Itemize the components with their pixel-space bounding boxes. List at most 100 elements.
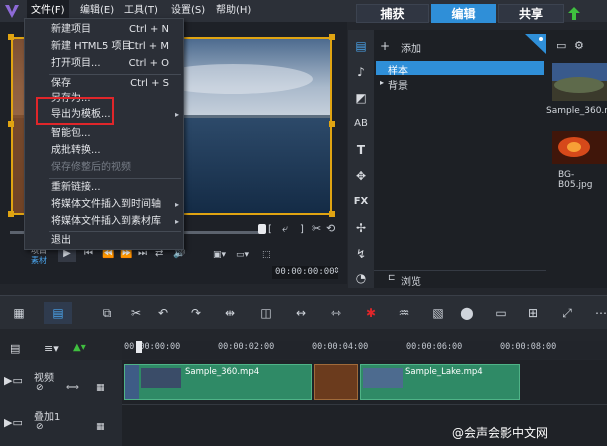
track-divider bbox=[122, 404, 607, 405]
cut-icon[interactable]: ✂ bbox=[312, 222, 321, 235]
timeline-view-icon[interactable]: ▤ bbox=[44, 302, 72, 324]
thumbnail-bg-b05[interactable] bbox=[552, 131, 607, 164]
add-folder-label[interactable]: 添加 bbox=[401, 40, 421, 55]
path-icon[interactable]: ✢ bbox=[351, 218, 371, 238]
motion-icon[interactable]: ↯ bbox=[351, 244, 371, 264]
browse-icon[interactable]: ⊏ bbox=[388, 273, 396, 283]
menu-item-relink[interactable]: 重新链接... bbox=[25, 179, 183, 196]
grid-icon[interactable]: ▧ bbox=[427, 302, 449, 324]
thumbnail-sample-360[interactable] bbox=[552, 63, 607, 101]
menu-item-open-project[interactable]: 打开项目... Ctrl + O bbox=[25, 55, 183, 72]
crop-handle[interactable] bbox=[8, 211, 14, 217]
upload-arrow-icon[interactable] bbox=[568, 7, 580, 20]
thumbnail-sample-360-label: Sample_360.mp bbox=[546, 106, 607, 116]
tab-share[interactable]: 共享 bbox=[498, 4, 564, 23]
menu-item-exit[interactable]: 退出 bbox=[25, 232, 183, 249]
fit-icon[interactable]: ⇿ bbox=[325, 302, 347, 324]
crop-handle[interactable] bbox=[329, 34, 335, 40]
menu-item-new-html5-project[interactable]: 新建 HTML5 项目 Ctrl + M bbox=[25, 38, 183, 55]
text-icon[interactable]: T bbox=[351, 140, 371, 160]
subtitle-icon[interactable]: ▭ bbox=[490, 302, 512, 324]
library-panel: + 添加 样本 ▸ 背景 ⊏ 浏览 bbox=[374, 30, 546, 288]
mark-in-bracket[interactable]: [ bbox=[268, 224, 272, 235]
timeline-transition-clip[interactable] bbox=[314, 364, 358, 400]
media-icon[interactable]: ▤ bbox=[351, 36, 371, 56]
ruler-tick: 00:00:00:00 bbox=[124, 342, 181, 352]
thumbnail-bg-b05-label: BG-B05.jpg bbox=[558, 170, 593, 190]
pin-icon[interactable] bbox=[525, 34, 546, 54]
graphics-icon[interactable]: ✥ bbox=[351, 166, 371, 186]
folder-sample-label[interactable]: 样本 bbox=[388, 62, 408, 77]
clip-thumbnail bbox=[141, 368, 181, 388]
crop-handle[interactable] bbox=[8, 34, 14, 40]
expand-arrow-icon[interactable]: ▸ bbox=[380, 78, 384, 87]
redo-icon[interactable]: ↷ bbox=[185, 302, 207, 324]
scrub-handle[interactable] bbox=[258, 224, 266, 234]
audio-wave-icon[interactable]: ♒ bbox=[393, 302, 415, 324]
timecode-stepper-icon[interactable]: ⇕ bbox=[333, 266, 340, 275]
filter-fx-icon[interactable]: FX bbox=[351, 192, 371, 212]
instant-project-icon[interactable]: ♪ bbox=[351, 62, 371, 82]
crop-handle[interactable] bbox=[329, 121, 335, 127]
clip-mode-label[interactable]: 素材 bbox=[31, 255, 47, 266]
split-clip-icon[interactable]: ⤶ bbox=[282, 222, 288, 236]
motion-track-icon[interactable]: ⤢ bbox=[556, 302, 578, 324]
grid-lock-icon[interactable]: ▦ bbox=[96, 422, 105, 432]
submenu-arrow-icon: ▸ bbox=[174, 217, 179, 226]
split-screen-icon[interactable]: ⊞ bbox=[522, 302, 544, 324]
menu-item-insert-to-timeline[interactable]: 将媒体文件插入到时间轴 ▸ bbox=[25, 196, 183, 213]
copy-icon[interactable]: ⧉ bbox=[96, 302, 118, 324]
track-manager-icon[interactable]: ▤ bbox=[10, 342, 20, 355]
menu-help[interactable]: 帮助(H) bbox=[212, 0, 255, 22]
aspect-ratio-icon[interactable]: ▭▾ bbox=[236, 250, 249, 260]
link-icon[interactable]: ⊘ bbox=[36, 422, 44, 432]
timeline-clip-sample-360[interactable]: Sample_360.mp4 bbox=[124, 364, 312, 400]
menu-item-batch-convert[interactable]: 成批转换... bbox=[25, 142, 183, 159]
menu-item-label: 新建 HTML5 项目 bbox=[51, 41, 132, 52]
chapter-icon[interactable]: ≡▾ bbox=[44, 342, 59, 355]
menu-item-insert-to-library[interactable]: 将媒体文件插入到素材库 ▸ bbox=[25, 213, 183, 230]
trim-icon[interactable]: ↔ bbox=[290, 302, 312, 324]
more-icon[interactable]: ⋯ bbox=[590, 302, 607, 324]
browse-label[interactable]: 浏览 bbox=[401, 273, 421, 288]
grid-lock-icon[interactable]: ▦ bbox=[96, 383, 105, 393]
mark-out-bracket[interactable]: ] bbox=[300, 224, 304, 235]
playhead[interactable] bbox=[136, 341, 142, 353]
submenu-arrow-icon: ▸ bbox=[174, 110, 179, 119]
tab-capture[interactable]: 捕获 bbox=[356, 4, 429, 23]
settings-icon[interactable]: ⚙ bbox=[574, 39, 584, 52]
timeline-clip-sample-lake[interactable]: Sample_Lake.mp4 bbox=[360, 364, 520, 400]
timecode-display[interactable]: 00:00:00:00 bbox=[272, 266, 338, 279]
rotate-icon[interactable]: ⟲ bbox=[326, 222, 335, 235]
menu-item-save-trimmed-video: 保存修整后的视频 bbox=[25, 159, 183, 176]
folder-icon[interactable]: ▭ bbox=[556, 39, 566, 52]
undo-icon[interactable]: ↶ bbox=[152, 302, 174, 324]
submenu-arrow-icon: ▸ bbox=[174, 200, 179, 209]
timeline-ruler[interactable]: 00:00:00:00 00:00:02:00 00:00:04:00 00:0… bbox=[122, 341, 607, 359]
crop-handle[interactable] bbox=[329, 211, 335, 217]
menu-item-smart-package[interactable]: 智能包... bbox=[25, 125, 183, 142]
browse-bar bbox=[374, 270, 546, 288]
menu-item-new-project[interactable]: 新建项目 Ctrl + N bbox=[25, 21, 183, 38]
transition-icon[interactable]: ◩ bbox=[351, 88, 371, 108]
ruler-tick: 00:00:08:00 bbox=[500, 342, 557, 352]
mixer-icon[interactable]: ✱ bbox=[360, 302, 382, 324]
add-marker-icon[interactable]: ▲▾ bbox=[73, 342, 86, 353]
ripple-icon[interactable]: ⟺ bbox=[66, 383, 79, 393]
multicam-icon[interactable]: ⬤ bbox=[456, 302, 478, 324]
add-folder-icon[interactable]: + bbox=[380, 39, 390, 53]
menu-item-label: 重新链接... bbox=[51, 182, 101, 193]
storyboard-view-icon[interactable]: ▦ bbox=[8, 302, 30, 324]
folder-background-label[interactable]: 背景 bbox=[388, 77, 408, 92]
record-icon[interactable]: ⇹ bbox=[219, 302, 241, 324]
crop-handle[interactable] bbox=[8, 121, 14, 127]
ruler-tick: 00:00:02:00 bbox=[218, 342, 275, 352]
link-icon[interactable]: ⊘ bbox=[36, 383, 44, 393]
speed-icon[interactable]: ◔ bbox=[351, 268, 371, 288]
snapshot-icon[interactable]: ◫ bbox=[255, 302, 277, 324]
output-icon[interactable]: ⬚ bbox=[262, 250, 271, 260]
title-icon[interactable]: AB bbox=[351, 114, 371, 134]
tools-icon[interactable]: ✂ bbox=[125, 302, 147, 324]
tab-edit[interactable]: 编辑 bbox=[431, 4, 496, 23]
hd-preview-icon[interactable]: ▣▾ bbox=[213, 250, 226, 260]
